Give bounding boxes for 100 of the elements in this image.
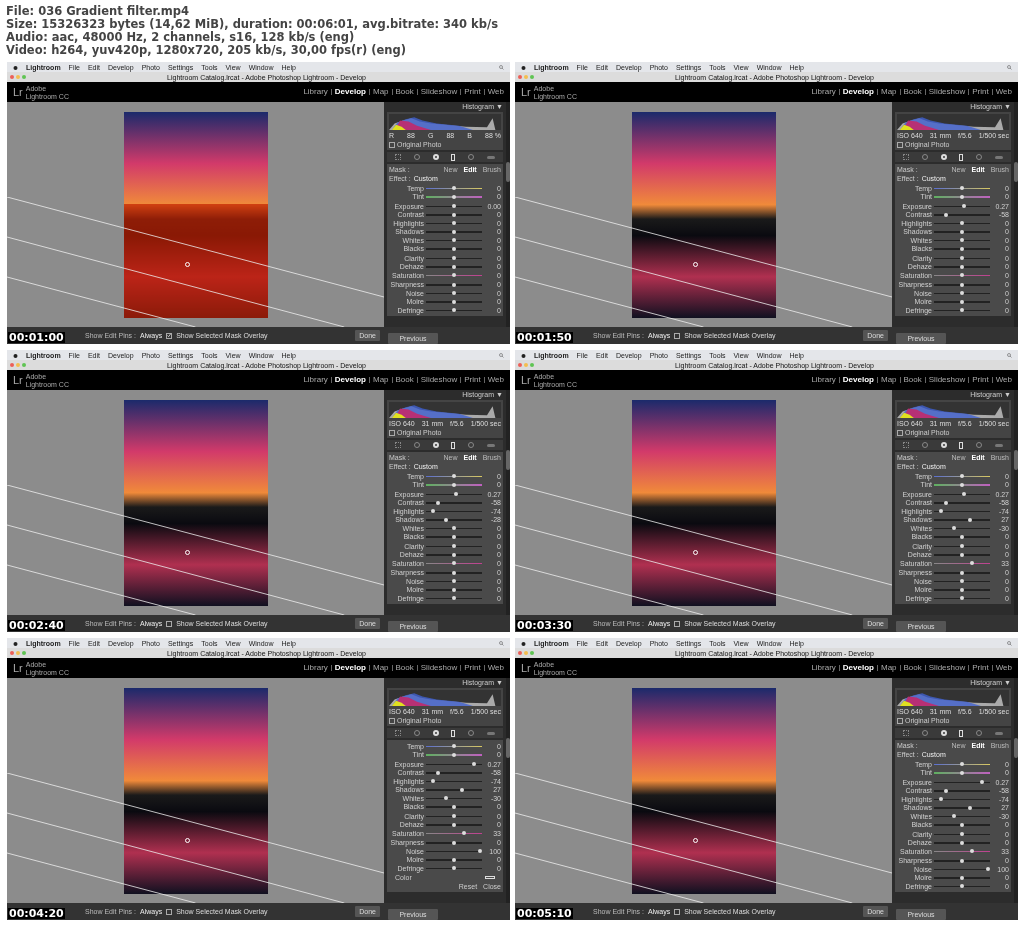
module-tab[interactable]: Develop xyxy=(334,88,366,96)
slider-thumb[interactable] xyxy=(960,884,964,888)
slider-thumb[interactable] xyxy=(452,752,456,757)
slider-thumb[interactable] xyxy=(452,579,456,583)
module-tab[interactable]: Web xyxy=(995,88,1012,96)
module-tab[interactable]: Print xyxy=(464,376,481,384)
slider-thumb[interactable] xyxy=(452,822,456,827)
slider-thumb[interactable] xyxy=(452,273,456,277)
ring-icon[interactable] xyxy=(940,442,947,448)
slider-thumb[interactable] xyxy=(435,500,440,505)
slider-thumb[interactable] xyxy=(960,579,964,583)
rectangle-icon[interactable] xyxy=(959,729,964,737)
crop-overlay-icon[interactable] xyxy=(903,154,910,160)
slider-thumb[interactable] xyxy=(969,561,974,565)
module-tab[interactable]: Slideshow xyxy=(420,664,458,672)
ring-icon[interactable] xyxy=(432,442,439,448)
checkbox[interactable] xyxy=(389,141,395,148)
module-tab[interactable]: Print xyxy=(972,376,989,384)
slider-thumb[interactable] xyxy=(452,256,456,260)
rectangle-icon[interactable] xyxy=(959,153,964,161)
slider-thumb[interactable] xyxy=(452,186,456,190)
slider-thumb[interactable] xyxy=(960,762,964,766)
scrollbar[interactable] xyxy=(1014,390,1018,615)
checkbox[interactable] xyxy=(166,620,173,627)
slider-thumb[interactable] xyxy=(939,509,944,513)
scrollbar[interactable] xyxy=(506,678,510,903)
slider-thumb[interactable] xyxy=(461,831,466,835)
slider-thumb[interactable] xyxy=(459,787,464,792)
slider-thumb[interactable] xyxy=(452,596,456,600)
slider-thumb[interactable] xyxy=(960,596,964,600)
search-icon[interactable] xyxy=(499,64,504,70)
slider-thumb[interactable] xyxy=(961,204,966,208)
slider-thumb[interactable] xyxy=(960,840,964,845)
crop-overlay-icon[interactable] xyxy=(903,442,910,448)
slider-thumb[interactable] xyxy=(960,832,964,836)
module-tab[interactable]: Web xyxy=(995,376,1012,384)
slider-thumb[interactable] xyxy=(452,221,456,225)
rectangle-icon[interactable] xyxy=(959,441,964,449)
slider-thumb[interactable] xyxy=(960,875,964,880)
checkbox[interactable] xyxy=(166,908,173,915)
module-tab[interactable]: Map xyxy=(880,664,897,672)
slider-thumb[interactable] xyxy=(960,273,964,277)
crop-overlay-icon[interactable] xyxy=(903,730,910,736)
slider-thumb[interactable] xyxy=(452,264,456,269)
checkbox[interactable] xyxy=(389,717,395,724)
search-icon[interactable] xyxy=(1007,352,1012,358)
module-tab[interactable]: Book xyxy=(903,88,922,96)
module-tab[interactable]: Slideshow xyxy=(928,664,966,672)
module-tab[interactable]: Map xyxy=(372,664,389,672)
checkbox[interactable] xyxy=(897,717,903,724)
slider-thumb[interactable] xyxy=(452,282,456,287)
slider-thumb[interactable] xyxy=(452,814,456,818)
slider-thumb[interactable] xyxy=(960,770,964,775)
module-tab[interactable]: Library xyxy=(811,376,836,384)
slider-thumb[interactable] xyxy=(960,482,964,487)
module-tab[interactable]: Develop xyxy=(334,376,366,384)
slider-thumb[interactable] xyxy=(960,570,964,575)
slider-thumb[interactable] xyxy=(452,246,456,251)
slider-thumb[interactable] xyxy=(969,849,974,853)
module-tab[interactable]: Develop xyxy=(842,664,874,672)
slider-thumb[interactable] xyxy=(452,204,456,208)
crop-overlay-icon[interactable] xyxy=(395,730,402,736)
module-tab[interactable]: Web xyxy=(487,664,504,672)
slider-thumb[interactable] xyxy=(960,534,964,539)
module-tab[interactable]: Map xyxy=(880,376,897,384)
slider-thumb[interactable] xyxy=(452,561,456,565)
color-swatch[interactable] xyxy=(485,875,495,879)
scrollbar[interactable] xyxy=(1014,678,1018,903)
checkbox[interactable] xyxy=(897,141,903,148)
module-tab[interactable]: Library xyxy=(811,88,836,96)
search-icon[interactable] xyxy=(499,352,504,358)
slider-thumb[interactable] xyxy=(939,797,944,801)
slider-thumb[interactable] xyxy=(960,264,964,269)
module-tab[interactable]: Library xyxy=(303,88,328,96)
scrollbar[interactable] xyxy=(506,102,510,327)
module-tab[interactable]: Library xyxy=(303,376,328,384)
slider-thumb[interactable] xyxy=(960,194,964,199)
slider-thumb[interactable] xyxy=(431,509,436,513)
slider-thumb[interactable] xyxy=(452,534,456,539)
module-tab[interactable]: Develop xyxy=(334,664,366,672)
module-tab[interactable]: Print xyxy=(972,88,989,96)
slider-thumb[interactable] xyxy=(943,500,948,505)
slider-thumb[interactable] xyxy=(960,229,964,234)
checkbox[interactable] xyxy=(674,332,681,339)
slider-thumb[interactable] xyxy=(452,474,456,478)
module-tab[interactable]: Print xyxy=(464,88,481,96)
slider-thumb[interactable] xyxy=(960,246,964,251)
slider-thumb[interactable] xyxy=(471,762,476,766)
crop-overlay-icon[interactable] xyxy=(395,154,402,160)
slider-thumb[interactable] xyxy=(960,238,964,242)
slider-thumb[interactable] xyxy=(452,857,456,862)
slider-thumb[interactable] xyxy=(967,517,972,522)
slider-thumb[interactable] xyxy=(453,492,458,496)
module-tab[interactable]: Print xyxy=(464,664,481,672)
slider-thumb[interactable] xyxy=(452,308,456,312)
slider-thumb[interactable] xyxy=(960,256,964,260)
slider-thumb[interactable] xyxy=(452,840,456,845)
slider-thumb[interactable] xyxy=(960,474,964,478)
slider-thumb[interactable] xyxy=(478,849,483,853)
toggle-icon[interactable] xyxy=(994,731,1003,735)
